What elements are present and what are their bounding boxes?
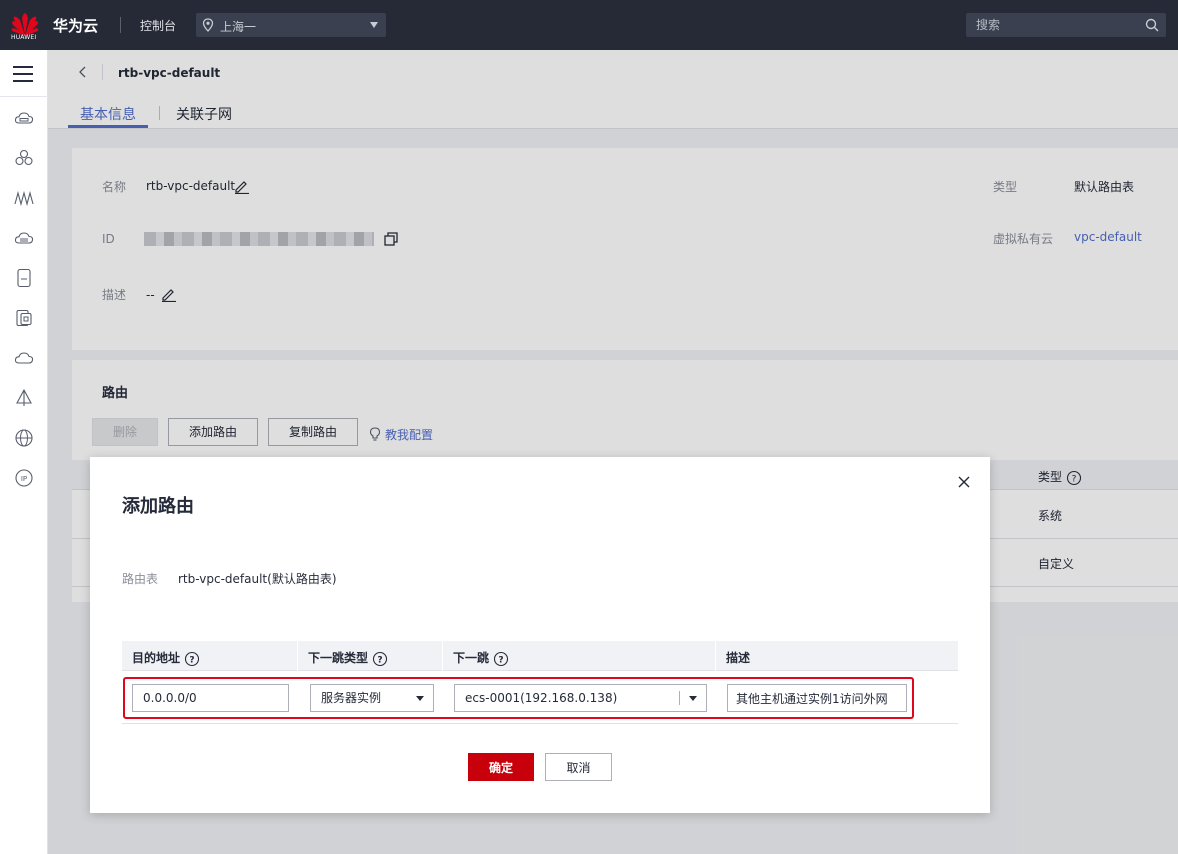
column-divider [297,641,298,671]
console-link[interactable]: 控制台 [140,17,176,34]
divider [120,17,121,33]
help-icon[interactable]: ? [372,651,388,667]
search-input[interactable] [966,13,1136,37]
cancel-button[interactable]: 取消 [545,753,612,781]
route-form-header: 目的地址 ? 下一跳类型 ? 下一跳 ? 描述 [122,641,958,671]
help-icon[interactable]: ? [493,651,509,667]
add-route-dialog: 添加路由 路由表 rtb-vpc-default(默认路由表) 目的地址 ? 下… [90,457,990,813]
sidebar: IP [0,50,48,854]
logo-text: HUAWEI [11,34,37,41]
security-icon[interactable] [14,308,34,328]
svg-text:?: ? [378,655,383,665]
top-bar: HUAWEI 华为云 控制台 上海一 [0,0,1178,50]
menu-icon[interactable] [13,65,35,83]
region-selector[interactable]: 上海一 [196,13,386,37]
column-divider [442,641,443,671]
location-pin-icon [202,18,214,32]
column-label: 目的地址 [132,651,181,665]
close-icon[interactable] [957,475,971,489]
cloud-server-icon[interactable] [14,108,34,128]
network-icon[interactable] [14,188,34,208]
svg-text:?: ? [499,655,504,665]
route-table-label: 路由表 [122,572,159,586]
vpn-icon[interactable] [14,388,34,408]
brand-name[interactable]: 华为云 [53,15,98,36]
svg-text:IP: IP [21,475,27,483]
column-label: 下一跳 [453,651,490,665]
column-label: 下一跳类型 [308,651,369,665]
chevron-down-icon [370,22,378,28]
storage-icon[interactable] [14,228,34,248]
globe-icon[interactable] [14,428,34,448]
route-table-value: rtb-vpc-default(默认路由表) [178,572,337,586]
search-icon[interactable] [1145,18,1159,32]
next-hop-column-header: 下一跳 ? [453,649,509,667]
next-hop-type-column-header: 下一跳类型 ? [308,649,388,667]
description-column-header: 描述 [726,651,751,665]
database-icon[interactable] [14,268,34,288]
cluster-icon[interactable] [14,148,34,168]
destination-column-header: 目的地址 ? [132,649,200,667]
cloud-icon[interactable] [14,348,34,368]
divider [0,96,48,97]
svg-text:?: ? [190,655,195,665]
ip-icon[interactable]: IP [14,468,34,488]
region-value: 上海一 [220,20,257,34]
dialog-title: 添加路由 [122,496,194,517]
global-search[interactable] [966,13,1166,37]
confirm-button[interactable]: 确定 [468,753,534,781]
highlight-box [123,677,914,719]
column-divider [715,641,716,671]
help-icon[interactable]: ? [184,651,200,667]
